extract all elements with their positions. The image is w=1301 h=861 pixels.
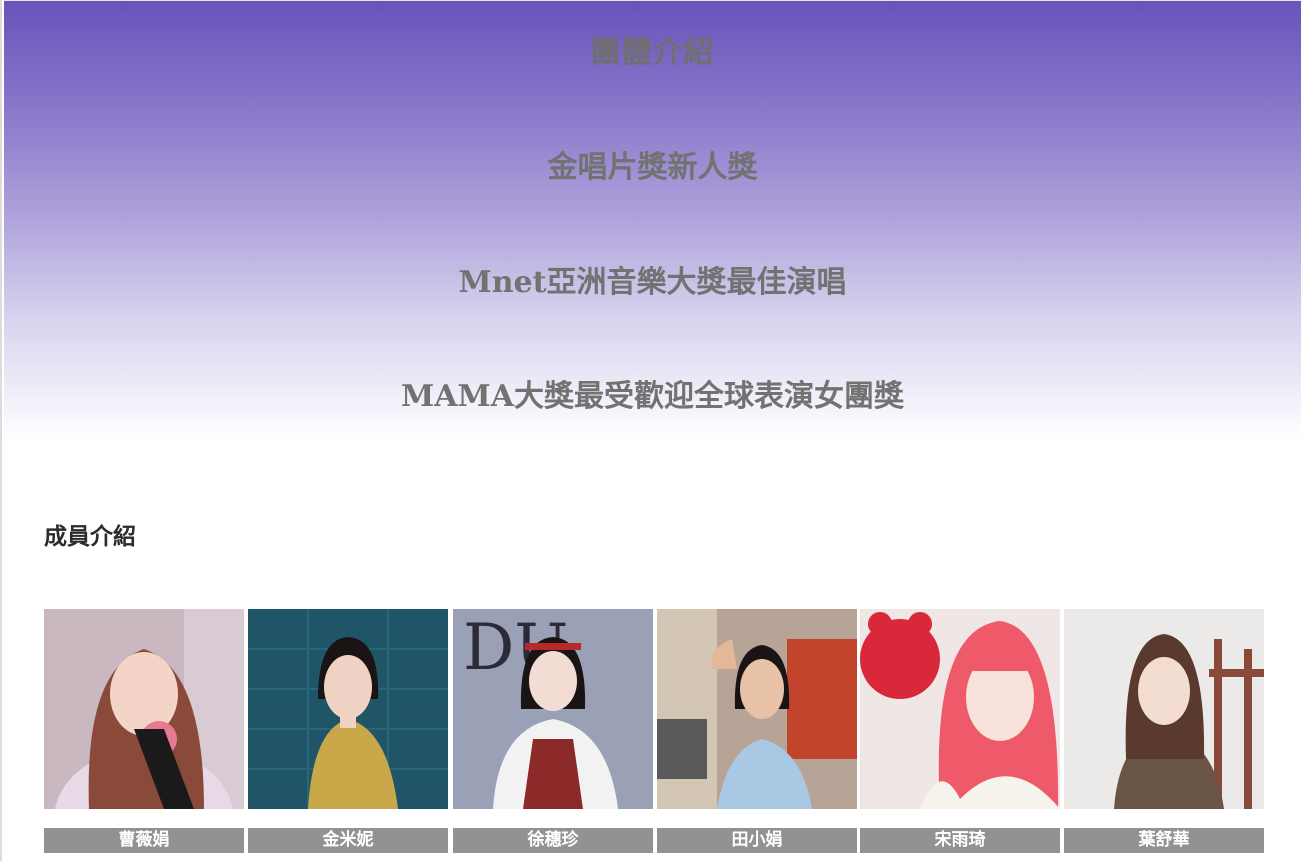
member-name: 田小娟 xyxy=(657,828,857,853)
award-item: 金唱片獎新人獎 xyxy=(547,150,758,185)
page: 團體介紹 金唱片獎新人獎 Mnet亞洲音樂大獎最佳演唱 MAMA大獎最受歡迎全球… xyxy=(0,0,1301,861)
member-card[interactable]: 葉舒華 xyxy=(1064,609,1264,854)
member-photo[interactable] xyxy=(860,609,1060,809)
member-card[interactable]: 曹薇娟 xyxy=(44,609,244,854)
member-photo[interactable] xyxy=(44,609,244,809)
member-name: 徐穗珍 xyxy=(453,828,653,853)
award-item: Mnet亞洲音樂大獎最佳演唱 xyxy=(458,265,847,300)
member-photo[interactable] xyxy=(657,609,857,809)
member-name: 金米妮 xyxy=(248,828,448,853)
members-heading: 成員介紹 xyxy=(44,524,136,550)
member-card[interactable]: DU 徐穗珍 xyxy=(453,609,653,854)
member-photo[interactable]: DU xyxy=(453,609,653,809)
member-card[interactable]: 田小娟 xyxy=(657,609,857,854)
member-name: 葉舒華 xyxy=(1064,828,1264,853)
member-name: 曹薇娟 xyxy=(44,828,244,853)
award-item: MAMA大獎最受歡迎全球表演女團獎 xyxy=(401,379,904,414)
member-photo[interactable] xyxy=(248,609,448,809)
member-card[interactable]: 宋雨琦 xyxy=(860,609,1060,854)
member-photo[interactable] xyxy=(1064,609,1264,809)
member-name: 宋雨琦 xyxy=(860,828,1060,853)
group-intro-banner: 團體介紹 金唱片獎新人獎 Mnet亞洲音樂大獎最佳演唱 MAMA大獎最受歡迎全球… xyxy=(4,0,1301,441)
group-intro-title: 團體介紹 xyxy=(590,35,715,70)
member-card[interactable]: 金米妮 xyxy=(248,609,448,854)
